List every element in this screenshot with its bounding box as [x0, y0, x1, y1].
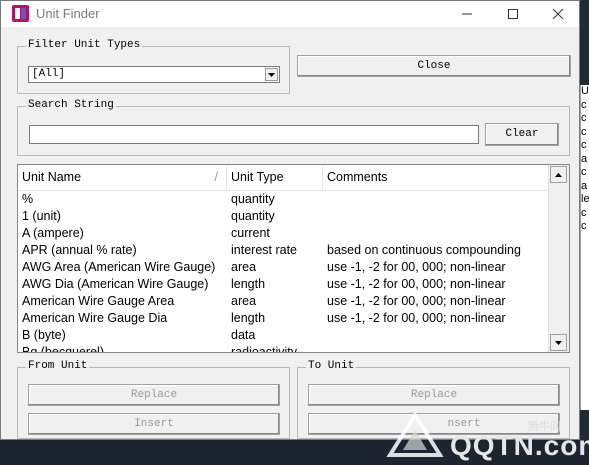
list-row[interactable]: % quantity: [18, 191, 548, 208]
list-row[interactable]: AWG Dia (American Wire Gauge) length use -…: [18, 276, 548, 293]
minimize-icon[interactable]: [447, 1, 487, 27]
background-text-line: c: [581, 112, 587, 124]
cell-unit-name: American Wire Gauge Dia: [22, 311, 168, 325]
unit-list[interactable]: Unit Name / Unit Type Comments % quantity…: [17, 164, 570, 353]
background-text-line: c: [581, 98, 587, 111]
cell-unit-type: length: [231, 277, 266, 291]
background-text-line: a: [581, 152, 588, 165]
chevron-down-icon[interactable]: [265, 68, 278, 81]
background-text-line: c: [581, 206, 587, 219]
cell-unit-name: %: [22, 192, 34, 206]
scroll-up-icon[interactable]: [550, 166, 567, 183]
cell-unit-type: interest rate: [231, 243, 298, 257]
list-rows: % quantity 1 (unit) quantity A (ampere) curre…: [18, 191, 548, 353]
cell-comments: use -1, -2 for 00, 000; non-linear: [327, 294, 506, 308]
to-replace-button[interactable]: Replace: [308, 384, 560, 406]
cell-comments: use -1, -2 for 00, 000; non-linear: [327, 277, 506, 291]
clear-button[interactable]: Clear: [485, 123, 559, 146]
from-unit-group: From Unit Replace Insert: [17, 360, 290, 439]
cell-unit-name: 1 (unit): [22, 209, 61, 223]
cell-comments: based on continuous compounding: [327, 243, 521, 257]
filter-unit-types-label: Filter Unit Types: [26, 39, 143, 51]
list-header: Unit Name / Unit Type Comments: [18, 165, 548, 191]
list-row[interactable]: A (ampere) current: [18, 225, 548, 242]
maximize-icon[interactable]: [493, 1, 533, 27]
cell-unit-type: area: [231, 294, 257, 308]
column-comments[interactable]: Comments: [323, 165, 548, 190]
from-replace-button[interactable]: Replace: [28, 384, 280, 406]
cell-unit-type: current: [231, 226, 270, 240]
cell-unit-name: AWG Area (American Wire Gauge): [22, 260, 216, 274]
cell-comments: use -1, -2 for 00, 000; non-linear: [327, 311, 506, 325]
search-string-label: Search String: [26, 99, 116, 111]
background-text-line: c: [581, 125, 587, 138]
search-input[interactable]: [29, 125, 479, 144]
cell-unit-name: AWG Dia (American Wire Gauge): [22, 277, 209, 291]
column-unit-type[interactable]: Unit Type: [227, 165, 323, 190]
list-row[interactable]: Bq (becquerel) radioactivity: [18, 344, 548, 353]
scroll-down-icon[interactable]: [550, 334, 567, 351]
close-icon[interactable]: [538, 1, 578, 27]
background-window-text: Uc c c c a c a le c c: [581, 85, 589, 234]
list-row[interactable]: AWG Area (American Wire Gauge) area use -1…: [18, 259, 548, 276]
list-scrollbar[interactable]: [548, 165, 569, 352]
unit-type-selected: [All]: [32, 68, 66, 80]
cell-unit-name: A (ampere): [22, 226, 84, 240]
window-title: Unit Finder: [36, 6, 100, 21]
list-row[interactable]: B (byte) data: [18, 327, 548, 344]
cell-unit-type: quantity: [231, 209, 275, 223]
unit-finder-window: Unit Finder Filter Unit Types [All] Clos…: [0, 0, 580, 440]
close-button[interactable]: Close: [297, 55, 571, 77]
background-text-line: le: [581, 193, 589, 205]
filter-unit-types-group: Filter Unit Types [All]: [17, 39, 290, 94]
cell-unit-type: quantity: [231, 192, 275, 206]
cell-unit-name: APR (annual % rate): [22, 243, 137, 257]
titlebar: Unit Finder: [1, 1, 579, 27]
from-unit-label: From Unit: [26, 360, 90, 372]
cell-unit-name: B (byte): [22, 328, 66, 342]
list-row[interactable]: 1 (unit) quantity: [18, 208, 548, 225]
cell-unit-type: area: [231, 260, 257, 274]
watermark-text: QQTN.com: [450, 430, 589, 461]
list-row[interactable]: APR (annual % rate) interest rate based on…: [18, 242, 548, 259]
column-unit-name[interactable]: Unit Name /: [18, 165, 227, 190]
app-icon: [12, 5, 29, 22]
cell-unit-name: American Wire Gauge Area: [22, 294, 175, 308]
to-unit-label: To Unit: [306, 360, 357, 372]
background-text-line: c: [581, 139, 587, 151]
watermark-logo-icon: [385, 410, 445, 463]
search-string-group: Search String Clear: [17, 99, 570, 156]
background-text-line: c: [581, 220, 587, 232]
list-row[interactable]: American Wire Gauge Area area use -1, -2 f…: [18, 293, 548, 310]
background-text-line: c: [581, 166, 587, 178]
background-text-line: U: [581, 85, 589, 97]
unit-type-dropdown[interactable]: [All]: [28, 66, 280, 83]
from-insert-button[interactable]: Insert: [28, 413, 280, 435]
cell-unit-name: Bq (becquerel): [22, 345, 104, 353]
cell-unit-type: length: [231, 311, 266, 325]
sort-indicator-icon: /: [214, 170, 218, 184]
background-text-line: a: [581, 179, 588, 192]
background-window: Uc c c c a c a le c c: [580, 85, 589, 410]
cell-unit-type: data: [231, 328, 256, 342]
cell-comments: use -1, -2 for 00, 000; non-linear: [327, 260, 506, 274]
cell-unit-type: radioactivity: [231, 345, 297, 353]
list-row[interactable]: American Wire Gauge Dia length use -1, -2 …: [18, 310, 548, 327]
